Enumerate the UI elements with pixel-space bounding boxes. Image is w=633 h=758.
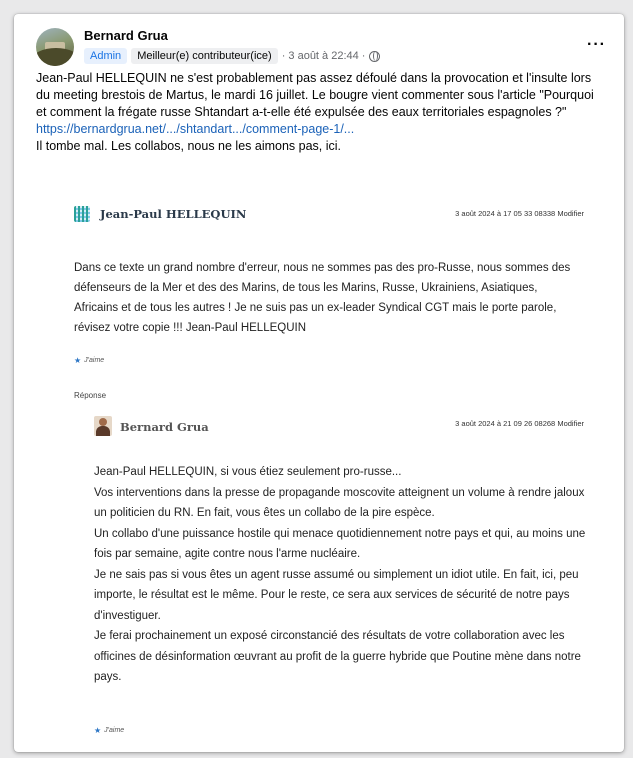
comment-line: Je ferai prochainement un exposé circons… bbox=[94, 630, 581, 683]
comment-body: Dans ce texte un grand nombre d'erreur, … bbox=[74, 258, 584, 338]
comment-date[interactable]: 3 août 2024 à 17 05 33 08338 Modifier bbox=[455, 209, 584, 218]
like-button[interactable]: ★ J'aime bbox=[94, 726, 124, 735]
comment-grua: Bernard Grua 3 août 2024 à 21 09 26 0826… bbox=[94, 416, 614, 746]
globe-icon bbox=[369, 50, 381, 62]
comment-date[interactable]: 3 août 2024 à 21 09 26 08268 Modifier bbox=[455, 419, 584, 428]
commenter-logo-icon bbox=[74, 206, 90, 222]
post-text: Jean-Paul HELLEQUIN ne s'est probablemen… bbox=[36, 70, 606, 155]
comment-author[interactable]: Jean-Paul HELLEQUIN bbox=[100, 207, 246, 221]
comment-line: Vos interventions dans la presse de prop… bbox=[94, 486, 585, 520]
top-contributor-badge: Meilleur(e) contributeur(ice) bbox=[131, 48, 278, 64]
comment-line: Un collabo d'une puissance hostile qui m… bbox=[94, 527, 586, 561]
like-button[interactable]: ★ J'aime bbox=[74, 356, 104, 365]
reply-button[interactable]: Réponse bbox=[74, 391, 106, 400]
comment-line: Jean-Paul HELLEQUIN, si vous étiez seule… bbox=[94, 466, 402, 478]
post-date[interactable]: · 3 août à 22:44 · bbox=[282, 50, 366, 62]
like-label: J'aime bbox=[84, 357, 105, 364]
comment-author[interactable]: Bernard Grua bbox=[120, 420, 209, 434]
admin-badge: Admin bbox=[84, 48, 128, 64]
comment-text: Dans ce texte un grand nombre d'erreur, … bbox=[74, 262, 571, 334]
comment-header: Jean-Paul HELLEQUIN 3 août 2024 à 17 05 … bbox=[74, 206, 614, 230]
author-photo-icon bbox=[94, 416, 112, 436]
star-icon: ★ bbox=[74, 356, 82, 365]
comment-hellequin: Jean-Paul HELLEQUIN 3 août 2024 à 17 05 … bbox=[74, 206, 614, 396]
post-author[interactable]: Bernard Grua bbox=[84, 28, 168, 43]
avatar[interactable] bbox=[36, 28, 74, 66]
post-text-main: Jean-Paul HELLEQUIN ne s'est probablemen… bbox=[36, 71, 594, 119]
post-text-end: Il tombe mal. Les collabos, nous ne les … bbox=[36, 139, 342, 153]
like-label: J'aime bbox=[104, 727, 125, 734]
post-meta: Admin Meilleur(e) contributeur(ice) · 3 … bbox=[84, 48, 381, 64]
comment-body: Jean-Paul HELLEQUIN, si vous étiez seule… bbox=[94, 462, 594, 688]
comment-line: Je ne sais pas si vous êtes un agent rus… bbox=[94, 568, 579, 622]
post-link[interactable]: https://bernardgrua.net/.../shtandart...… bbox=[36, 122, 354, 136]
post-header: Bernard Grua Admin Meilleur(e) contribut… bbox=[36, 26, 614, 70]
star-icon: ★ bbox=[94, 726, 102, 735]
comment-header: Bernard Grua 3 août 2024 à 21 09 26 0826… bbox=[94, 416, 614, 440]
post-card: Bernard Grua Admin Meilleur(e) contribut… bbox=[14, 14, 624, 752]
more-icon[interactable]: ··· bbox=[587, 36, 606, 54]
